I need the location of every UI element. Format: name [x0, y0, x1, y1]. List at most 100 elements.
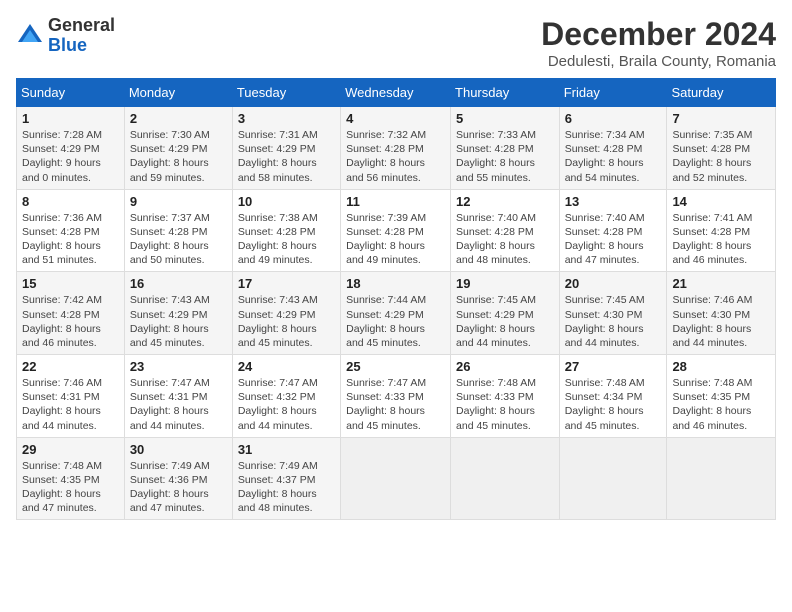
sunrise-label: Sunrise: 7:38 AM [238, 212, 318, 224]
day-info: Sunrise: 7:46 AM Sunset: 4:30 PM Dayligh… [672, 293, 770, 350]
day-info: Sunrise: 7:48 AM Sunset: 4:35 PM Dayligh… [672, 376, 770, 433]
day-cell: 17 Sunrise: 7:43 AM Sunset: 4:29 PM Dayl… [232, 272, 340, 355]
page-header: General Blue December 2024 Dedulesti, Br… [16, 16, 776, 70]
day-cell: 30 Sunrise: 7:49 AM Sunset: 4:36 PM Dayl… [124, 437, 232, 520]
day-cell [667, 437, 776, 520]
daylight-label: Daylight: 8 hours and 44 minutes. [672, 323, 751, 349]
daylight-label: Daylight: 8 hours and 51 minutes. [22, 240, 101, 266]
sunset-label: Sunset: 4:37 PM [238, 474, 316, 486]
daylight-label: Daylight: 8 hours and 47 minutes. [565, 240, 644, 266]
sunset-label: Sunset: 4:28 PM [346, 143, 424, 155]
sunrise-label: Sunrise: 7:42 AM [22, 294, 102, 306]
sunrise-label: Sunrise: 7:39 AM [346, 212, 426, 224]
daylight-label: Daylight: 8 hours and 44 minutes. [130, 405, 209, 431]
day-cell: 11 Sunrise: 7:39 AM Sunset: 4:28 PM Dayl… [341, 189, 451, 272]
day-info: Sunrise: 7:40 AM Sunset: 4:28 PM Dayligh… [565, 211, 662, 268]
day-info: Sunrise: 7:48 AM Sunset: 4:33 PM Dayligh… [456, 376, 554, 433]
sunset-label: Sunset: 4:29 PM [130, 143, 208, 155]
week-row-4: 22 Sunrise: 7:46 AM Sunset: 4:31 PM Dayl… [17, 355, 776, 438]
day-info: Sunrise: 7:43 AM Sunset: 4:29 PM Dayligh… [238, 293, 335, 350]
daylight-label: Daylight: 8 hours and 44 minutes. [456, 323, 535, 349]
sunset-label: Sunset: 4:28 PM [22, 226, 100, 238]
sunrise-label: Sunrise: 7:35 AM [672, 129, 752, 141]
day-cell: 25 Sunrise: 7:47 AM Sunset: 4:33 PM Dayl… [341, 355, 451, 438]
sunset-label: Sunset: 4:28 PM [565, 226, 643, 238]
day-number: 26 [456, 359, 554, 374]
day-info: Sunrise: 7:44 AM Sunset: 4:29 PM Dayligh… [346, 293, 445, 350]
day-info: Sunrise: 7:42 AM Sunset: 4:28 PM Dayligh… [22, 293, 119, 350]
daylight-label: Daylight: 8 hours and 45 minutes. [456, 405, 535, 431]
sunrise-label: Sunrise: 7:28 AM [22, 129, 102, 141]
daylight-label: Daylight: 8 hours and 55 minutes. [456, 157, 535, 183]
day-info: Sunrise: 7:33 AM Sunset: 4:28 PM Dayligh… [456, 128, 554, 185]
day-cell: 28 Sunrise: 7:48 AM Sunset: 4:35 PM Dayl… [667, 355, 776, 438]
sunset-label: Sunset: 4:33 PM [456, 391, 534, 403]
sunrise-label: Sunrise: 7:45 AM [456, 294, 536, 306]
daylight-label: Daylight: 8 hours and 44 minutes. [565, 323, 644, 349]
daylight-label: Daylight: 9 hours and 0 minutes. [22, 157, 101, 183]
day-number: 9 [130, 194, 227, 209]
sunset-label: Sunset: 4:35 PM [22, 474, 100, 486]
sunset-label: Sunset: 4:36 PM [130, 474, 208, 486]
day-info: Sunrise: 7:30 AM Sunset: 4:29 PM Dayligh… [130, 128, 227, 185]
day-info: Sunrise: 7:43 AM Sunset: 4:29 PM Dayligh… [130, 293, 227, 350]
day-number: 3 [238, 111, 335, 126]
day-cell: 20 Sunrise: 7:45 AM Sunset: 4:30 PM Dayl… [559, 272, 667, 355]
day-cell: 16 Sunrise: 7:43 AM Sunset: 4:29 PM Dayl… [124, 272, 232, 355]
sunrise-label: Sunrise: 7:34 AM [565, 129, 645, 141]
day-number: 7 [672, 111, 770, 126]
day-info: Sunrise: 7:48 AM Sunset: 4:35 PM Dayligh… [22, 459, 119, 516]
day-number: 27 [565, 359, 662, 374]
sunrise-label: Sunrise: 7:46 AM [672, 294, 752, 306]
sunrise-label: Sunrise: 7:48 AM [456, 377, 536, 389]
sunrise-label: Sunrise: 7:48 AM [672, 377, 752, 389]
day-info: Sunrise: 7:45 AM Sunset: 4:29 PM Dayligh… [456, 293, 554, 350]
daylight-label: Daylight: 8 hours and 50 minutes. [130, 240, 209, 266]
day-info: Sunrise: 7:49 AM Sunset: 4:36 PM Dayligh… [130, 459, 227, 516]
day-cell: 9 Sunrise: 7:37 AM Sunset: 4:28 PM Dayli… [124, 189, 232, 272]
day-cell: 4 Sunrise: 7:32 AM Sunset: 4:28 PM Dayli… [341, 107, 451, 190]
sunrise-label: Sunrise: 7:47 AM [130, 377, 210, 389]
daylight-label: Daylight: 8 hours and 45 minutes. [130, 323, 209, 349]
week-row-5: 29 Sunrise: 7:48 AM Sunset: 4:35 PM Dayl… [17, 437, 776, 520]
sunset-label: Sunset: 4:29 PM [238, 309, 316, 321]
sunset-label: Sunset: 4:31 PM [22, 391, 100, 403]
day-number: 1 [22, 111, 119, 126]
day-cell: 15 Sunrise: 7:42 AM Sunset: 4:28 PM Dayl… [17, 272, 125, 355]
day-cell: 5 Sunrise: 7:33 AM Sunset: 4:28 PM Dayli… [451, 107, 560, 190]
day-cell: 14 Sunrise: 7:41 AM Sunset: 4:28 PM Dayl… [667, 189, 776, 272]
day-number: 14 [672, 194, 770, 209]
day-cell: 21 Sunrise: 7:46 AM Sunset: 4:30 PM Dayl… [667, 272, 776, 355]
day-cell: 22 Sunrise: 7:46 AM Sunset: 4:31 PM Dayl… [17, 355, 125, 438]
sunrise-label: Sunrise: 7:46 AM [22, 377, 102, 389]
logo-text: General Blue [48, 16, 115, 56]
weekday-header-friday: Friday [559, 79, 667, 107]
day-cell: 3 Sunrise: 7:31 AM Sunset: 4:29 PM Dayli… [232, 107, 340, 190]
daylight-label: Daylight: 8 hours and 49 minutes. [346, 240, 425, 266]
daylight-label: Daylight: 8 hours and 47 minutes. [130, 488, 209, 514]
sunrise-label: Sunrise: 7:45 AM [565, 294, 645, 306]
day-cell: 1 Sunrise: 7:28 AM Sunset: 4:29 PM Dayli… [17, 107, 125, 190]
sunrise-label: Sunrise: 7:49 AM [238, 460, 318, 472]
sunset-label: Sunset: 4:28 PM [456, 143, 534, 155]
sunset-label: Sunset: 4:33 PM [346, 391, 424, 403]
daylight-label: Daylight: 8 hours and 48 minutes. [238, 488, 317, 514]
day-cell: 12 Sunrise: 7:40 AM Sunset: 4:28 PM Dayl… [451, 189, 560, 272]
sunset-label: Sunset: 4:29 PM [238, 143, 316, 155]
calendar-table: SundayMondayTuesdayWednesdayThursdayFrid… [16, 78, 776, 520]
day-number: 15 [22, 276, 119, 291]
day-info: Sunrise: 7:48 AM Sunset: 4:34 PM Dayligh… [565, 376, 662, 433]
day-number: 16 [130, 276, 227, 291]
sunset-label: Sunset: 4:28 PM [672, 143, 750, 155]
daylight-label: Daylight: 8 hours and 45 minutes. [346, 405, 425, 431]
location-title: Dedulesti, Braila County, Romania [541, 53, 776, 70]
daylight-label: Daylight: 8 hours and 45 minutes. [565, 405, 644, 431]
day-number: 10 [238, 194, 335, 209]
sunset-label: Sunset: 4:32 PM [238, 391, 316, 403]
sunset-label: Sunset: 4:28 PM [456, 226, 534, 238]
sunrise-label: Sunrise: 7:48 AM [565, 377, 645, 389]
weekday-header-sunday: Sunday [17, 79, 125, 107]
day-number: 28 [672, 359, 770, 374]
sunrise-label: Sunrise: 7:32 AM [346, 129, 426, 141]
day-number: 2 [130, 111, 227, 126]
